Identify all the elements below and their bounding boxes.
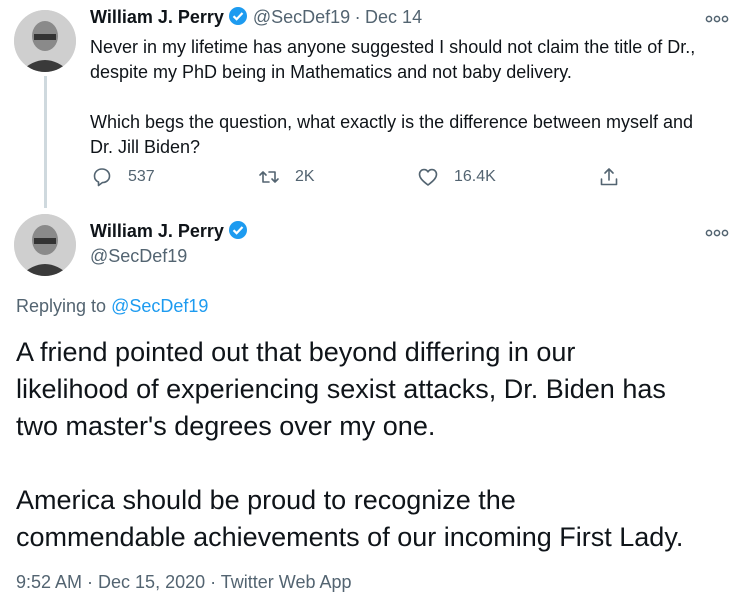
retweet-icon (259, 171, 279, 183)
tweet-text: Never in my lifetime has anyone suggeste… (90, 35, 695, 160)
more-options-icon[interactable] (704, 12, 730, 24)
replying-to: Replying to @SecDef19 (16, 296, 208, 317)
author-handle[interactable]: @SecDef19 (90, 246, 187, 267)
like-icon (418, 168, 438, 186)
share-icon (600, 168, 618, 186)
tweet-text-line: America should be proud to recognize the (16, 485, 516, 515)
reply-button[interactable]: 537 (90, 165, 155, 189)
tweet-text-line: commendable achievements of our incoming… (16, 522, 684, 552)
reply-text: A friend pointed out that beyond differi… (16, 334, 683, 556)
tweet-text-line: Never in my lifetime has anyone suggeste… (90, 37, 696, 57)
more-options-icon[interactable] (704, 226, 730, 238)
tweet-text-line: two master's degrees over my one. (16, 411, 436, 441)
avatar[interactable] (14, 214, 76, 276)
reply-icon (93, 168, 111, 187)
reply-count: 537 (128, 168, 155, 185)
thread-line (44, 76, 47, 208)
retweet-button[interactable]: 2K (257, 165, 315, 189)
tweet-text-line: Dr. Jill Biden? (90, 137, 201, 157)
replying-handle-link[interactable]: @SecDef19 (111, 296, 208, 316)
tweet-text-line: A friend pointed out that beyond differi… (16, 337, 576, 367)
tweet-header: William J. Perry @SecDef19 · Dec 14 (90, 6, 422, 28)
tweet-text-line: despite my PhD being in Mathematics and … (90, 62, 572, 82)
reply-author: William J. Perry (90, 220, 248, 242)
like-count: 16.4K (454, 168, 496, 185)
tweet-date[interactable]: Dec 14 (365, 7, 422, 27)
replying-prefix: Replying to (16, 296, 107, 316)
author-name[interactable]: William J. Perry (90, 7, 224, 27)
author-name[interactable]: William J. Perry (90, 221, 224, 241)
verified-badge-icon (228, 6, 248, 26)
avatar[interactable] (14, 10, 76, 72)
retweet-count: 2K (295, 168, 315, 185)
tweet-text-line: Which begs the question, what exactly is… (90, 112, 694, 132)
verified-badge-icon (228, 220, 248, 240)
like-button[interactable]: 16.4K (416, 165, 496, 189)
author-handle[interactable]: @SecDef19 (253, 7, 350, 27)
tweet-text-line: likelihood of experiencing sexist attack… (16, 374, 666, 404)
tweet-timestamp[interactable]: 9:52 AM · Dec 15, 2020 · Twitter Web App (16, 572, 352, 593)
share-button[interactable] (597, 165, 621, 189)
separator: · (354, 7, 361, 27)
